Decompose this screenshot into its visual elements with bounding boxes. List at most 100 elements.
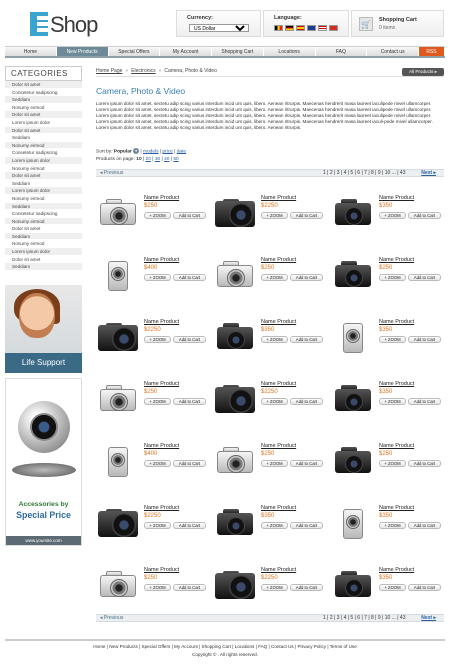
add-to-cart-button[interactable]: Add to Cart — [290, 212, 323, 219]
camera-icon[interactable] — [213, 193, 257, 231]
product-name[interactable]: Name Product — [144, 257, 179, 263]
camera-icon[interactable] — [213, 503, 257, 541]
add-to-cart-button[interactable]: Add to Cart — [408, 522, 441, 529]
zoom-button[interactable]: + ZOOM — [261, 584, 288, 591]
zoom-button[interactable]: + ZOOM — [144, 522, 171, 529]
category-item[interactable]: Seddiam — [5, 232, 82, 241]
product-name[interactable]: Name Product — [379, 195, 414, 201]
shopping-cart-icon[interactable]: 🛒 — [359, 17, 373, 31]
camera-icon[interactable] — [331, 503, 375, 541]
product-name[interactable]: Name Product — [144, 505, 179, 511]
add-to-cart-button[interactable]: Add to Cart — [408, 274, 441, 281]
pager-prev-button-bottom[interactable]: ◂ Previous — [100, 615, 123, 622]
flag-switzerland-icon[interactable] — [329, 25, 338, 31]
breadcrumb-home[interactable]: Home Page — [96, 68, 122, 74]
add-to-cart-button[interactable]: Add to Cart — [408, 584, 441, 591]
add-to-cart-button[interactable]: Add to Cart — [290, 460, 323, 467]
category-item[interactable]: Dolor sit amet — [5, 172, 82, 180]
nav-faq[interactable]: FAQ — [316, 47, 368, 56]
cart-box[interactable]: 🛒 Shopping Cart 0 items — [351, 10, 444, 37]
camera-icon[interactable] — [331, 255, 375, 293]
nav-rss[interactable]: RSS — [419, 47, 445, 56]
product-name[interactable]: Name Product — [379, 567, 414, 573]
add-to-cart-button[interactable]: Add to Cart — [173, 460, 206, 467]
add-to-cart-button[interactable]: Add to Cart — [173, 522, 206, 529]
zoom-button[interactable]: + ZOOM — [144, 212, 171, 219]
category-item[interactable]: Seddiam — [5, 96, 82, 104]
category-item[interactable]: Dolor sit amet — [5, 111, 82, 119]
nav-my-account[interactable]: My Account — [160, 47, 212, 56]
add-to-cart-button[interactable]: Add to Cart — [173, 336, 206, 343]
product-name[interactable]: Name Product — [261, 195, 296, 201]
product-name[interactable]: Name Product — [379, 381, 414, 387]
category-item[interactable]: Seddiam — [5, 179, 82, 188]
zoom-button[interactable]: + ZOOM — [261, 460, 288, 467]
category-item[interactable]: Nonumy eirmod — [5, 217, 82, 226]
zoom-button[interactable]: + ZOOM — [144, 274, 171, 281]
category-item[interactable]: Nonumy eirmod — [5, 103, 82, 112]
camera-icon[interactable] — [213, 565, 257, 603]
category-item[interactable]: Nonumy eirmod — [5, 240, 82, 249]
category-item[interactable]: Lorem ipsum dolor — [5, 248, 82, 256]
add-to-cart-button[interactable]: Add to Cart — [408, 336, 441, 343]
zoom-button[interactable]: + ZOOM — [261, 522, 288, 529]
camera-icon[interactable] — [331, 441, 375, 479]
camera-icon[interactable] — [213, 317, 257, 355]
zoom-button[interactable]: + ZOOM — [379, 522, 406, 529]
zoom-button[interactable]: + ZOOM — [261, 274, 288, 281]
nav-new-products[interactable]: New Products — [56, 47, 109, 56]
add-to-cart-button[interactable]: Add to Cart — [290, 398, 323, 405]
product-name[interactable]: Name Product — [144, 319, 179, 325]
pager-prev-button[interactable]: ◂ Previous — [100, 170, 123, 177]
sort-date[interactable]: date — [177, 149, 186, 154]
sort-price[interactable]: price — [162, 149, 172, 154]
camera-icon[interactable] — [96, 441, 140, 479]
zoom-button[interactable]: + ZOOM — [144, 460, 171, 467]
product-name[interactable]: Name Product — [379, 443, 414, 449]
flag-spain-icon[interactable] — [296, 25, 305, 31]
zoom-button[interactable]: + ZOOM — [144, 398, 171, 405]
product-name[interactable]: Name Product — [144, 381, 179, 387]
add-to-cart-button[interactable]: Add to Cart — [173, 212, 206, 219]
zoom-button[interactable]: + ZOOM — [261, 336, 288, 343]
zoom-button[interactable]: + ZOOM — [379, 274, 406, 281]
camera-icon[interactable] — [213, 441, 257, 479]
category-item[interactable]: Dolor sit amet — [5, 126, 82, 135]
breadcrumb-electronics[interactable]: Electronics — [131, 68, 155, 74]
per-page-50[interactable]: 50 — [173, 157, 178, 162]
product-name[interactable]: Name Product — [261, 257, 296, 263]
add-to-cart-button[interactable]: Add to Cart — [173, 584, 206, 591]
camera-icon[interactable] — [331, 565, 375, 603]
category-item[interactable]: Dolor sit amet — [5, 225, 82, 233]
add-to-cart-button[interactable]: Add to Cart — [408, 460, 441, 467]
accessories-banner[interactable]: Accessories by Special Price www.yoursit… — [5, 378, 82, 546]
zoom-button[interactable]: + ZOOM — [379, 212, 406, 219]
zoom-button[interactable]: + ZOOM — [379, 460, 406, 467]
nav-shopping-cart[interactable]: Shopping Cart — [212, 47, 264, 56]
product-name[interactable]: Name Product — [144, 195, 179, 201]
all-products-button[interactable]: All Products ▸ — [402, 68, 444, 76]
per-page-30[interactable]: 30 — [155, 157, 160, 162]
zoom-button[interactable]: + ZOOM — [261, 398, 288, 405]
camera-icon[interactable] — [96, 193, 140, 231]
camera-icon[interactable] — [331, 193, 375, 231]
pager-pages-bottom[interactable]: 1 | 2 | 3 | 4 | 5 | 6 | 7 | 8 | 9 | 10 .… — [323, 615, 405, 622]
nav-special-offers[interactable]: Special Offers — [109, 47, 161, 56]
zoom-button[interactable]: + ZOOM — [261, 212, 288, 219]
site-logo[interactable]: Shop — [30, 12, 100, 37]
product-name[interactable]: Name Product — [261, 567, 296, 573]
sort-models[interactable]: models — [143, 149, 158, 154]
product-name[interactable]: Name Product — [261, 319, 296, 325]
zoom-button[interactable]: + ZOOM — [144, 336, 171, 343]
product-name[interactable]: Name Product — [261, 381, 296, 387]
per-page-20[interactable]: 20 — [146, 157, 151, 162]
camera-icon[interactable] — [96, 503, 140, 541]
product-name[interactable]: Name Product — [261, 443, 296, 449]
category-item[interactable]: Lorem ipsum dolor — [5, 118, 82, 127]
footer-links[interactable]: Home | New Products | Special Offers | M… — [5, 639, 445, 649]
add-to-cart-button[interactable]: Add to Cart — [290, 522, 323, 529]
product-name[interactable]: Name Product — [379, 319, 414, 325]
nav-locations[interactable]: Locations — [264, 47, 316, 56]
add-to-cart-button[interactable]: Add to Cart — [290, 584, 323, 591]
category-item[interactable]: Nonumy eirmod — [5, 141, 82, 150]
